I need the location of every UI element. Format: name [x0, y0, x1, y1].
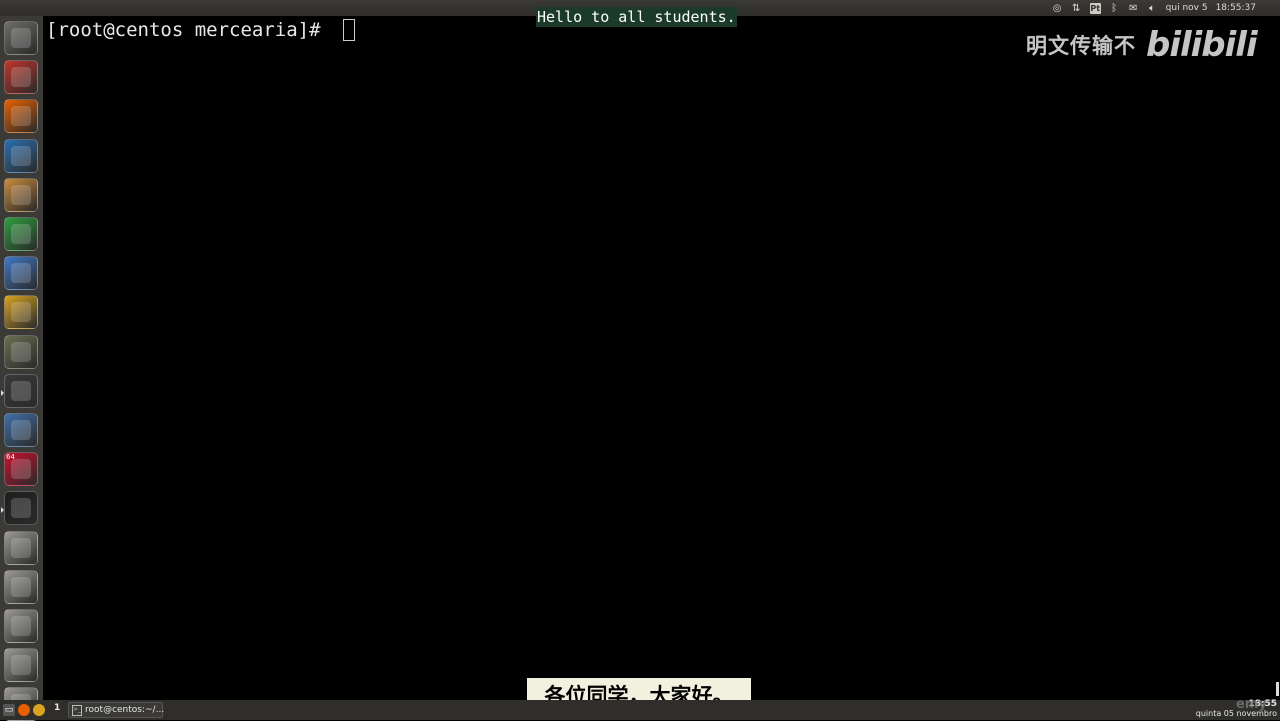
redhat-64-icon[interactable]: 64	[4, 452, 38, 487]
writer-glyph	[11, 145, 31, 166]
mail-icon[interactable]: ✉	[1128, 3, 1139, 14]
drive-4-glyph	[11, 655, 31, 676]
obs-studio-icon[interactable]	[1, 491, 38, 526]
date-text[interactable]: qui nov 5	[1166, 0, 1208, 16]
terminal-glyph	[11, 380, 31, 401]
virtualbox-icon[interactable]	[4, 413, 38, 447]
terminal-window[interactable]: [root@centos mercearia]#	[43, 16, 1280, 700]
chrome-glyph	[11, 302, 31, 323]
drive-1-icon[interactable]	[4, 530, 38, 565]
virtualbox-glyph	[11, 420, 31, 440]
workspace-number[interactable]: 1	[54, 703, 60, 713]
calc-glyph	[11, 224, 31, 244]
terminal-mini-icon: >_	[72, 704, 83, 716]
drive-1-glyph	[11, 537, 31, 558]
obs-icon[interactable]: ◎	[1052, 3, 1063, 14]
volume-icon[interactable]: 🔈︎	[1147, 3, 1158, 14]
show-desktop-icon[interactable]: ▭	[3, 704, 15, 716]
dash-home-icon[interactable]	[4, 21, 38, 55]
drive-4-icon[interactable]	[4, 648, 38, 683]
firefox-icon[interactable]	[4, 99, 38, 134]
firefox-glyph	[11, 106, 31, 127]
obs-studio-glyph	[11, 498, 31, 519]
terminal-prompt: [root@centos mercearia]#	[46, 19, 332, 41]
dash-home-glyph	[11, 28, 31, 48]
terminal-scrollbar[interactable]	[1276, 682, 1279, 696]
redhat-64-glyph	[11, 459, 31, 480]
udemy-watermark: emy	[1236, 697, 1267, 712]
bilibili-watermark: 明文传输不 bilibili	[1026, 24, 1258, 66]
firefox-mini-icon[interactable]	[18, 704, 30, 716]
bottom-panel: ▭ 1 >_ root@centos:~/... 18:55 quinta 05…	[0, 700, 1280, 720]
drive-2-icon[interactable]	[4, 569, 38, 604]
quick-launch: ▭	[3, 704, 45, 716]
files-icon[interactable]	[4, 60, 38, 95]
time-text[interactable]: 18:55:37	[1216, 0, 1256, 16]
bilibili-logo: bilibili	[1146, 25, 1258, 65]
terminal-icon[interactable]	[1, 373, 38, 408]
watermark-text: 明文传输不	[1026, 34, 1136, 58]
drive-2-glyph	[11, 576, 31, 597]
chrome-icon[interactable]	[4, 295, 38, 330]
chrome-mini-icon[interactable]	[33, 704, 45, 716]
taskbar-terminal-button[interactable]: >_ root@centos:~/...	[68, 702, 165, 718]
thunderbird-icon[interactable]	[4, 256, 38, 291]
arch-badge: 64	[6, 453, 15, 462]
running-indicator	[1, 389, 4, 396]
calc-icon[interactable]	[4, 217, 38, 251]
text-editor-glyph	[11, 184, 31, 205]
english-caption: Hello to all students.	[536, 7, 737, 27]
writer-icon[interactable]	[4, 138, 38, 173]
launcher: 64	[0, 16, 44, 721]
speaker-app-icon[interactable]	[4, 334, 38, 369]
thunderbird-glyph	[11, 263, 31, 284]
keyboard-layout-icon[interactable]: Pt	[1089, 2, 1101, 14]
speaker-app-glyph	[11, 341, 31, 362]
bluetooth-icon[interactable]: ᛒ	[1109, 3, 1120, 14]
running-indicator	[1, 507, 4, 514]
text-editor-icon[interactable]	[4, 177, 38, 212]
files-glyph	[11, 67, 31, 88]
indicator-area: ◎ ⇅ Pt ᛒ ✉ 🔈︎ qui nov 5 18:55:37	[1052, 0, 1256, 16]
drive-3-glyph	[11, 616, 31, 636]
terminal-cursor	[343, 19, 355, 41]
drive-3-icon[interactable]	[4, 609, 38, 643]
network-arrows-icon[interactable]: ⇅	[1071, 3, 1082, 14]
task-label: root@centos:~/...	[85, 705, 165, 715]
